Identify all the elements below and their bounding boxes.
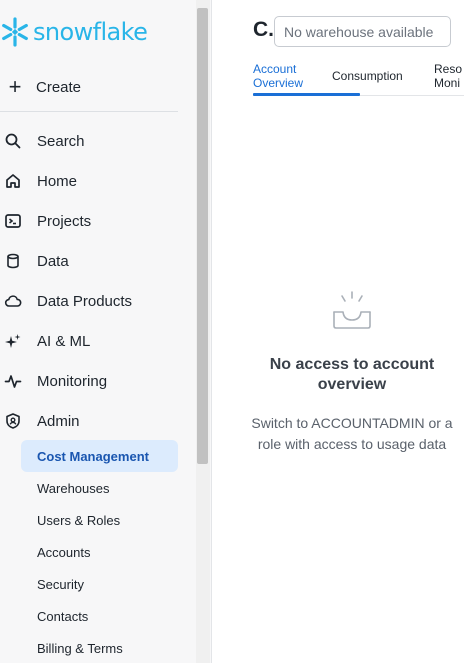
pulse-icon [0, 371, 26, 391]
sidebar-item-data[interactable]: Data [0, 246, 190, 276]
plus-icon: + [8, 74, 22, 99]
home-icon [0, 171, 26, 191]
empty-state-title: No access to account overview [269, 356, 435, 393]
sidebar-item-label: Projects [37, 212, 92, 230]
sidebar-item-label: Admin [37, 412, 80, 430]
sidebar-item-ai-ml[interactable]: AI & ML [0, 326, 190, 356]
sidebar-item-label: Data [37, 252, 69, 270]
tab-resource-monitors[interactable]: Reso Moni [434, 62, 462, 98]
sidebar-item-projects[interactable]: Projects [0, 206, 190, 236]
sidebar-subitem-users-roles[interactable]: Users & Roles [21, 504, 178, 536]
tab-label-line: Moni [434, 76, 461, 90]
terminal-icon [0, 211, 26, 231]
sidebar-item-home[interactable]: Home [0, 166, 190, 196]
create-label: Create [36, 78, 82, 96]
shield-icon [0, 411, 26, 431]
sidebar-subitem-contacts[interactable]: Contacts [21, 600, 178, 632]
logo-text: snowflake [33, 18, 148, 46]
sidebar-subitem-warehouses[interactable]: Warehouses [21, 472, 178, 504]
snowflake-icon [2, 17, 28, 47]
sparkle-icon [0, 331, 26, 351]
sidebar-item-label: Home [37, 172, 78, 190]
cloud-icon [0, 291, 26, 311]
sidebar-subitem-billing-terms[interactable]: Billing & Terms [21, 632, 178, 663]
search-icon [0, 131, 26, 151]
snowflake-logo[interactable]: snowflake [0, 14, 148, 50]
sidebar: snowflake + Create Search Home Projects … [0, 0, 212, 663]
sidebar-item-label: Data Products [37, 292, 133, 310]
sidebar-item-label: Search [37, 132, 85, 150]
sidebar-item-monitoring[interactable]: Monitoring [0, 366, 190, 396]
sidebar-item-label: AI & ML [37, 332, 91, 350]
tab-bar: Account Overview Consumption Reso Moni [253, 60, 464, 96]
warehouse-select[interactable] [274, 16, 451, 47]
empty-state-description: Switch to ACCOUNTADMIN or a role with ac… [251, 415, 453, 452]
sidebar-item-admin[interactable]: Admin [0, 406, 190, 436]
sidebar-subitem-accounts[interactable]: Accounts [21, 536, 178, 568]
tab-label-line: Account [253, 62, 297, 76]
create-button[interactable]: + Create [0, 72, 178, 102]
page-title: C. [253, 18, 274, 41]
sidebar-item-label: Monitoring [37, 372, 108, 390]
sidebar-divider [0, 111, 178, 112]
tab-label-line: Overview [253, 76, 304, 90]
tab-account-overview[interactable]: Account Overview [253, 62, 303, 98]
sidebar-scrollbar-thumb[interactable] [197, 8, 208, 464]
sidebar-subitem-cost-management[interactable]: Cost Management [21, 440, 178, 472]
empty-tray-icon [333, 291, 371, 329]
main-content: C. Account Overview Consumption Reso Mon… [213, 0, 464, 663]
database-icon [0, 251, 26, 271]
tab-consumption[interactable]: Consumption [332, 69, 403, 105]
sidebar-item-data-products[interactable]: Data Products [0, 286, 190, 316]
sidebar-item-search[interactable]: Search [0, 126, 190, 156]
sidebar-subitem-security[interactable]: Security [21, 568, 178, 600]
tab-label-line: Reso [434, 62, 463, 76]
